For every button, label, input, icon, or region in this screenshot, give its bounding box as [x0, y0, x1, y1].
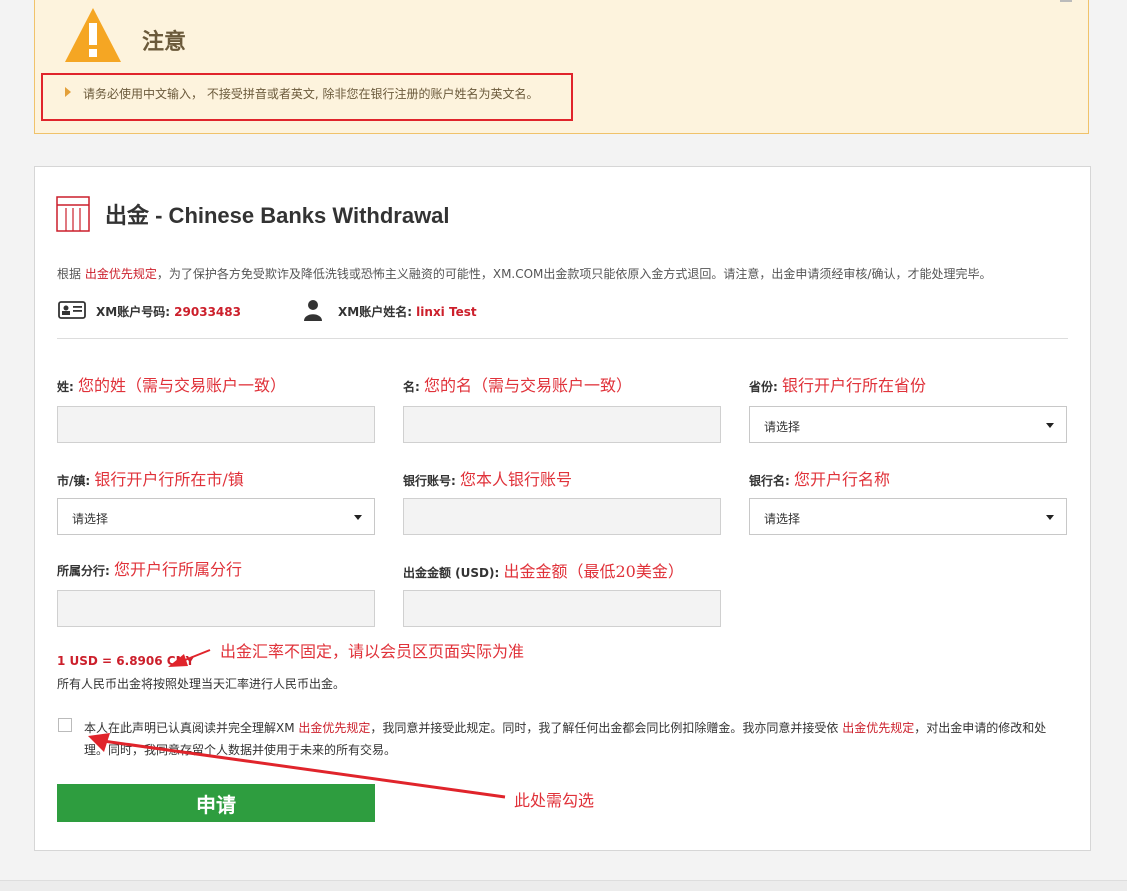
- footer-bar: [0, 880, 1127, 891]
- minimize-icon[interactable]: [1060, 0, 1072, 2]
- warning-icon: [65, 8, 121, 62]
- chevron-down-icon: [1046, 423, 1054, 428]
- page-title: 出金 - Chinese Banks Withdrawal: [105, 203, 450, 228]
- withdrawal-description: 根据 出金优先规定，为了保护各方免受欺诈及降低洗钱或恐怖主义融资的可能性，XM.…: [57, 267, 992, 281]
- chevron-down-icon: [1046, 515, 1054, 520]
- amount-input[interactable]: [403, 590, 721, 627]
- agreement-text: 本人在此声明已认真阅读并完全理解XM 出金优先规定，我同意并接受此规定。同时，我…: [84, 721, 1047, 757]
- withdrawal-priority-link[interactable]: 出金优先规定: [85, 267, 157, 281]
- notice-box: 注意 请务必使用中文输入， 不接受拼音或者英文, 除非您在银行注册的账户姓名为英…: [34, 0, 1089, 134]
- surname-input[interactable]: [57, 406, 375, 443]
- bank-icon: [56, 196, 90, 232]
- given-name-label: 名: 您的名（需与交易账户一致）: [403, 376, 633, 395]
- city-label: 市/镇: 银行开户行所在市/镇: [57, 470, 244, 489]
- given-name-input[interactable]: [403, 406, 721, 443]
- exchange-rate: 1 USD = 6.8906 CNY: [57, 654, 195, 668]
- notice-title: 注意: [142, 30, 187, 55]
- withdrawal-priority-link[interactable]: 出金优先规定: [298, 721, 370, 735]
- city-select[interactable]: 请选择: [57, 498, 375, 535]
- exchange-rate-annotation: 出金汇率不固定，请以会员区页面实际为准: [220, 642, 525, 661]
- branch-label: 所属分行: 您开户行所属分行: [57, 560, 243, 579]
- bank-name-select[interactable]: 请选择: [749, 498, 1067, 535]
- chevron-down-icon: [354, 515, 362, 520]
- divider: [57, 338, 1068, 339]
- bullet-arrow-icon: [65, 87, 71, 97]
- submit-button[interactable]: 申请: [57, 784, 375, 822]
- notice-message: 请务必使用中文输入， 不接受拼音或者英文, 除非您在银行注册的账户姓名为英文名。: [83, 87, 539, 101]
- surname-label: 姓: 您的姓（需与交易账户一致）: [57, 376, 287, 395]
- withdrawal-priority-link[interactable]: 出金优先规定: [842, 721, 914, 735]
- exchange-rate-note: 所有人民币出金将按照处理当天汇率进行人民币出金。: [57, 677, 346, 691]
- bank-name-label: 银行名: 您开户行名称: [749, 470, 891, 489]
- checkbox-annotation: 此处需勾选: [514, 791, 595, 810]
- account-number: XM账户号码: 29033483: [96, 305, 241, 319]
- bank-account-label: 银行账号: 您本人银行账号: [403, 470, 573, 489]
- province-label: 省份: 银行开户行所在省份: [749, 376, 927, 395]
- branch-input[interactable]: [57, 590, 375, 627]
- amount-label: 出金金额 (USD): 出金金额（最低20美金）: [403, 562, 684, 581]
- agree-checkbox[interactable]: [58, 718, 72, 732]
- user-icon: [304, 300, 322, 321]
- id-card-icon: [58, 301, 86, 319]
- province-select[interactable]: 请选择: [749, 406, 1067, 443]
- account-name: XM账户姓名: linxi Test: [338, 305, 477, 319]
- bank-account-input[interactable]: [403, 498, 721, 535]
